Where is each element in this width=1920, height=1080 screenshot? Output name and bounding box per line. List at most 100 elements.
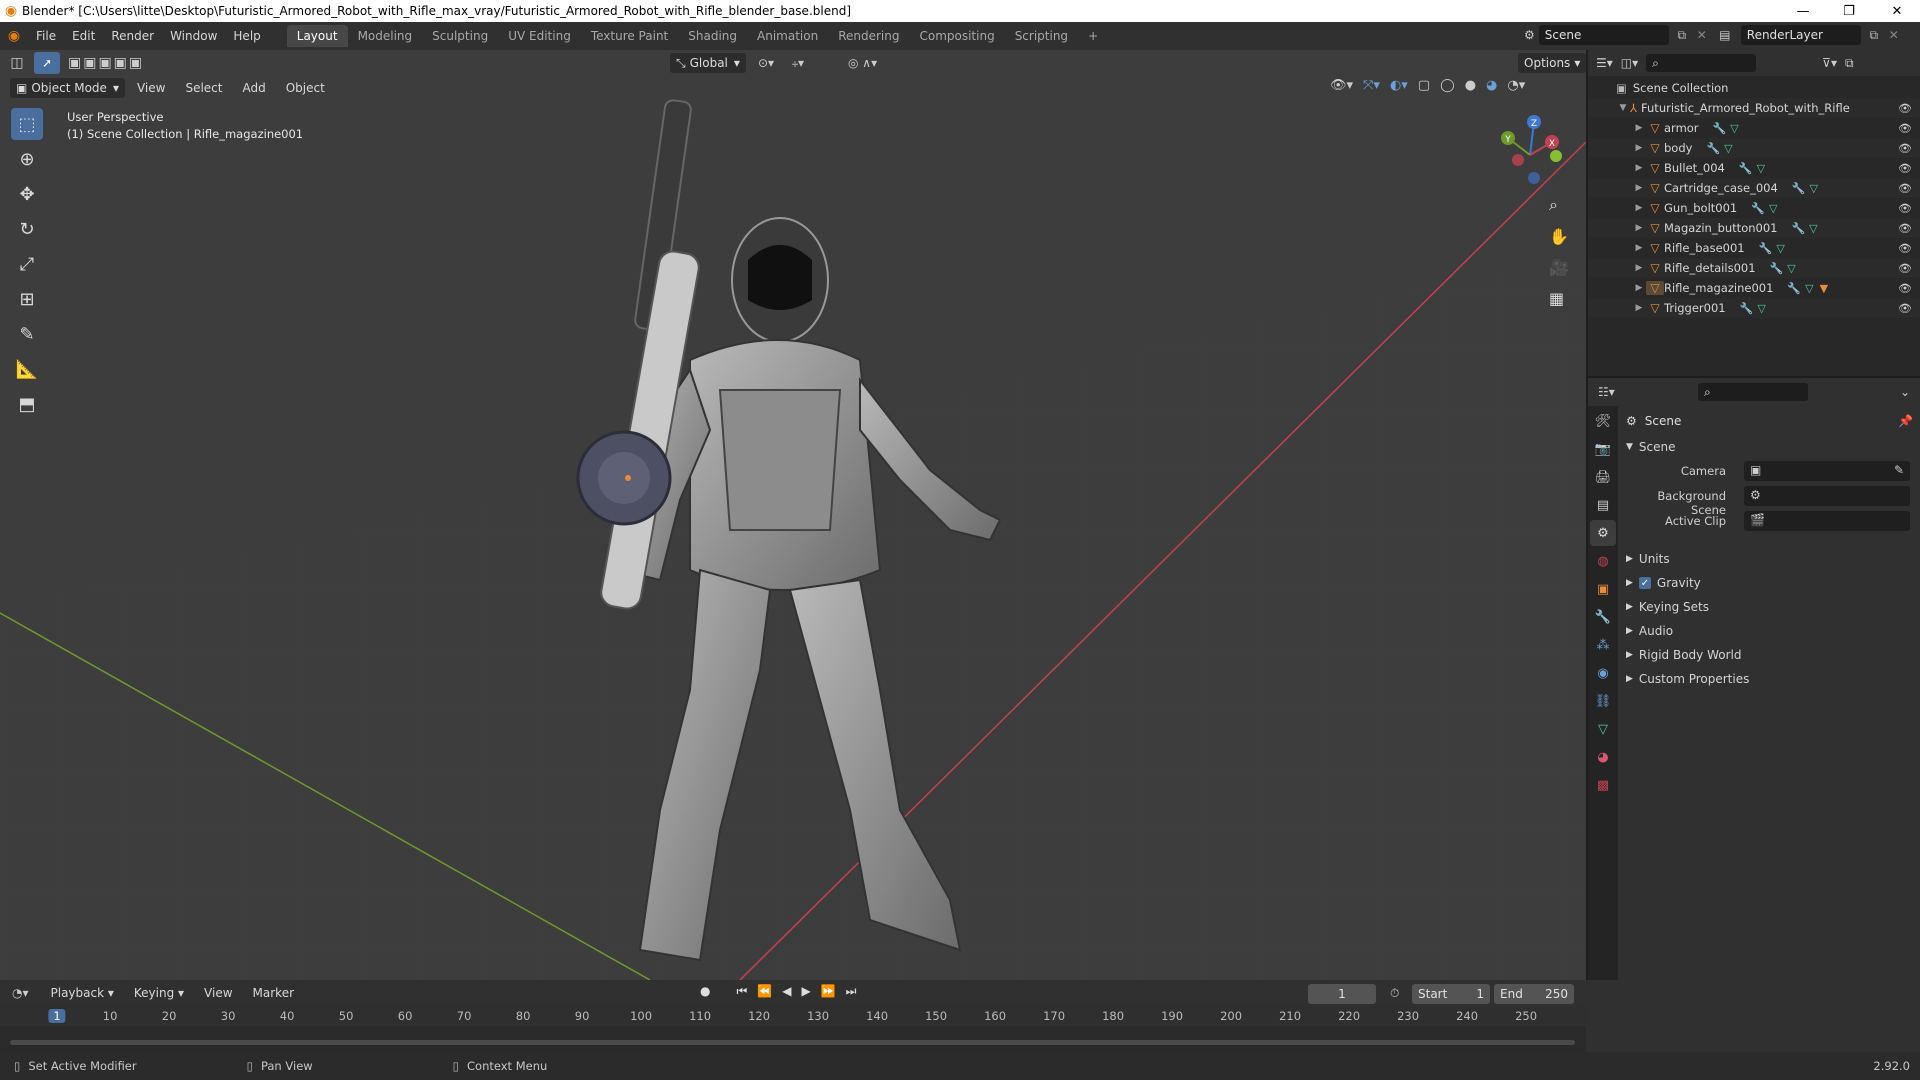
tab-animation[interactable]: Animation xyxy=(747,25,828,47)
mesh-data-icon[interactable]: ▽ xyxy=(1730,122,1738,135)
preview-range-icon[interactable]: ⏱ xyxy=(1390,986,1399,1001)
modifier-icon[interactable]: 🔧 xyxy=(1706,142,1720,155)
active-clip-field[interactable]: 🎬 xyxy=(1744,511,1910,531)
constraints-tab-icon[interactable]: ⛓ xyxy=(1590,688,1616,714)
proportional-edit-icon[interactable]: ◎ ∧▾ xyxy=(848,56,877,70)
mesh-data-icon[interactable]: ▽ xyxy=(1809,222,1817,235)
eye-icon[interactable]: 👁 xyxy=(1898,222,1912,235)
object-tab-icon[interactable]: ▣ xyxy=(1590,576,1616,602)
mesh-data-icon[interactable]: ▽ xyxy=(1769,202,1777,215)
data-tab-icon[interactable]: ▽ xyxy=(1590,716,1616,742)
select-tool-icon[interactable]: ➚ xyxy=(34,52,60,74)
timeline-menu-playback[interactable]: Playback ▾ xyxy=(43,982,122,1004)
scene-tab-icon[interactable]: ⚙ xyxy=(1590,520,1616,546)
tab-uv-editing[interactable]: UV Editing xyxy=(498,25,581,47)
expand-icon[interactable]: ▶ xyxy=(1632,143,1646,153)
expand-icon[interactable]: ▶ xyxy=(1632,163,1646,173)
visibility-icon[interactable]: 👁▾ xyxy=(1330,78,1353,93)
playhead-frame-label[interactable]: 1 xyxy=(48,1009,66,1023)
collection-row[interactable]: ▼ ⅄ Futuristic_Armored_Robot_with_Rifle … xyxy=(1588,98,1920,118)
menu-file[interactable]: File xyxy=(28,25,64,47)
eye-icon[interactable]: 👁 xyxy=(1898,122,1912,135)
tab-rendering[interactable]: Rendering xyxy=(828,25,909,47)
solid-shading-icon[interactable]: ● xyxy=(1465,78,1476,93)
pivot-point-icon[interactable]: ⊙▾ xyxy=(758,56,774,70)
timeline-ruler[interactable]: 1 10 20 30 40 50 60 70 80 90 100 110 120 130 140 150 160… xyxy=(0,1006,1586,1052)
output-tab-icon[interactable]: 🖨 xyxy=(1590,464,1616,490)
transform-orientation-dropdown[interactable]: ⤡ Global ▾ xyxy=(670,53,746,73)
new-scene-icon[interactable]: ⧉ xyxy=(1673,28,1691,43)
gizmo-toggle-icon[interactable]: ⤧▾ xyxy=(1363,78,1380,93)
render-layer-selector[interactable]: RenderLayer xyxy=(1740,25,1861,45)
view-layer-icon[interactable]: ▤ xyxy=(1713,28,1737,42)
menu-help[interactable]: Help xyxy=(225,25,268,47)
expand-icon[interactable]: ▶ xyxy=(1632,283,1646,293)
viewport-menu-object[interactable]: Object xyxy=(278,77,333,99)
blender-menu-icon[interactable]: ◉ xyxy=(0,28,28,44)
gravity-panel[interactable]: ▶ ✓ Gravity xyxy=(1626,576,1701,590)
modifier-tab-icon[interactable]: 🔧 xyxy=(1590,604,1616,630)
minimize-button[interactable]: — xyxy=(1780,0,1826,22)
close-button[interactable]: ✕ xyxy=(1874,0,1920,22)
expand-icon[interactable]: ▶ xyxy=(1632,223,1646,233)
scene-collection-row[interactable]: ▣ Scene Collection xyxy=(1588,78,1920,98)
outliner-item-cartridge[interactable]: ▶ ▽ Cartridge_case_004 🔧 ▽ 👁 xyxy=(1588,178,1920,198)
3d-viewport[interactable]: ◫ ➚ ▣▣▣▣▣ ⤡ Global ▾ ⊙▾ ⧾▾ ◎ ∧▾ Options … xyxy=(0,50,1586,980)
delete-scene-icon[interactable]: ✕ xyxy=(1695,28,1709,42)
maximize-button[interactable]: ❐ xyxy=(1826,0,1872,22)
modifier-icon[interactable]: 🔧 xyxy=(1787,282,1801,295)
mesh-data-icon[interactable]: ▽ xyxy=(1757,302,1765,315)
timeline-menu-marker[interactable]: Marker xyxy=(245,982,302,1004)
transform-tool-icon[interactable]: ⊞ xyxy=(11,283,43,315)
eye-icon[interactable]: 👁 xyxy=(1898,242,1912,255)
display-mode-icon[interactable]: ◫▾ xyxy=(1621,56,1638,70)
filter-icon[interactable]: ⊽▾ xyxy=(1822,56,1837,70)
custom-properties-panel[interactable]: ▶ Custom Properties xyxy=(1626,672,1749,686)
expand-icon[interactable]: ▶ xyxy=(1632,303,1646,313)
expand-icon[interactable]: ▶ xyxy=(1632,183,1646,193)
outliner-item-armor[interactable]: ▶ ▽ armor 🔧 ▽ 👁 xyxy=(1588,118,1920,138)
expand-icon[interactable]: ▶ xyxy=(1632,263,1646,273)
modifier-icon[interactable]: 🔧 xyxy=(1791,222,1805,235)
prev-keyframe-icon[interactable]: ⏪ xyxy=(757,984,772,999)
outliner-item-rifle-details[interactable]: ▶ ▽ Rifle_details001 🔧 ▽ 👁 xyxy=(1588,258,1920,278)
eye-icon[interactable]: 👁 xyxy=(1898,142,1912,155)
wireframe-shading-icon[interactable]: ◯ xyxy=(1440,78,1455,93)
background-scene-field[interactable]: ⚙ xyxy=(1744,486,1910,506)
pin-icon[interactable]: 📌 xyxy=(1898,414,1913,428)
expand-icon[interactable]: ▶ xyxy=(1632,203,1646,213)
modifier-icon[interactable]: 🔧 xyxy=(1751,202,1765,215)
outliner-item-body[interactable]: ▶ ▽ body 🔧 ▽ 👁 xyxy=(1588,138,1920,158)
navigation-gizmo[interactable]: Z X Y xyxy=(1490,110,1570,190)
record-icon[interactable]: ● xyxy=(700,984,710,999)
jump-start-icon[interactable]: ⏮ xyxy=(736,984,747,999)
particles-tab-icon[interactable]: ⁂ xyxy=(1590,632,1616,658)
tool-tab-icon[interactable]: 🛠 xyxy=(1590,408,1616,434)
annotate-tool-icon[interactable]: ✎ xyxy=(11,318,43,350)
units-panel[interactable]: ▶ Units xyxy=(1626,552,1670,566)
modifier-icon[interactable]: 🔧 xyxy=(1759,242,1773,255)
texture-tab-icon[interactable]: ▩ xyxy=(1590,772,1616,798)
measure-tool-icon[interactable]: 📐 xyxy=(11,353,43,385)
outliner-item-trigger[interactable]: ▶ ▽ Trigger001 🔧 ▽ 👁 xyxy=(1588,298,1920,318)
eye-icon[interactable]: 👁 xyxy=(1898,202,1912,215)
snap-icon[interactable]: ⧾▾ xyxy=(792,56,804,71)
modifier-icon[interactable]: 🔧 xyxy=(1713,122,1727,135)
scene-panel-header[interactable]: ▼ Scene xyxy=(1626,440,1676,454)
material-tab-icon[interactable]: ◕ xyxy=(1590,744,1616,770)
physics-tab-icon[interactable]: ◉ xyxy=(1590,660,1616,686)
modifier-icon[interactable]: 🔧 xyxy=(1740,302,1754,315)
keying-sets-panel[interactable]: ▶ Keying Sets xyxy=(1626,600,1709,614)
rendered-shading-icon[interactable]: ◔▾ xyxy=(1507,78,1525,93)
view-layer-tab-icon[interactable]: ▤ xyxy=(1590,492,1616,518)
outliner-editor-icon[interactable]: ☰▾ xyxy=(1596,56,1613,70)
ortho-grid-icon[interactable]: ▦ xyxy=(1549,289,1569,308)
play-icon[interactable]: ▶ xyxy=(801,984,810,999)
mesh-data-icon[interactable]: ▽ xyxy=(1757,162,1765,175)
render-tab-icon[interactable]: 📷 xyxy=(1590,436,1616,462)
material-icon[interactable]: ▼ xyxy=(1820,282,1828,295)
viewport-menu-view[interactable]: View xyxy=(129,77,173,99)
tab-scripting[interactable]: Scripting xyxy=(1005,25,1078,47)
camera-view-icon[interactable]: 🎥 xyxy=(1549,258,1569,277)
pan-hand-icon[interactable]: ✋ xyxy=(1549,227,1569,246)
